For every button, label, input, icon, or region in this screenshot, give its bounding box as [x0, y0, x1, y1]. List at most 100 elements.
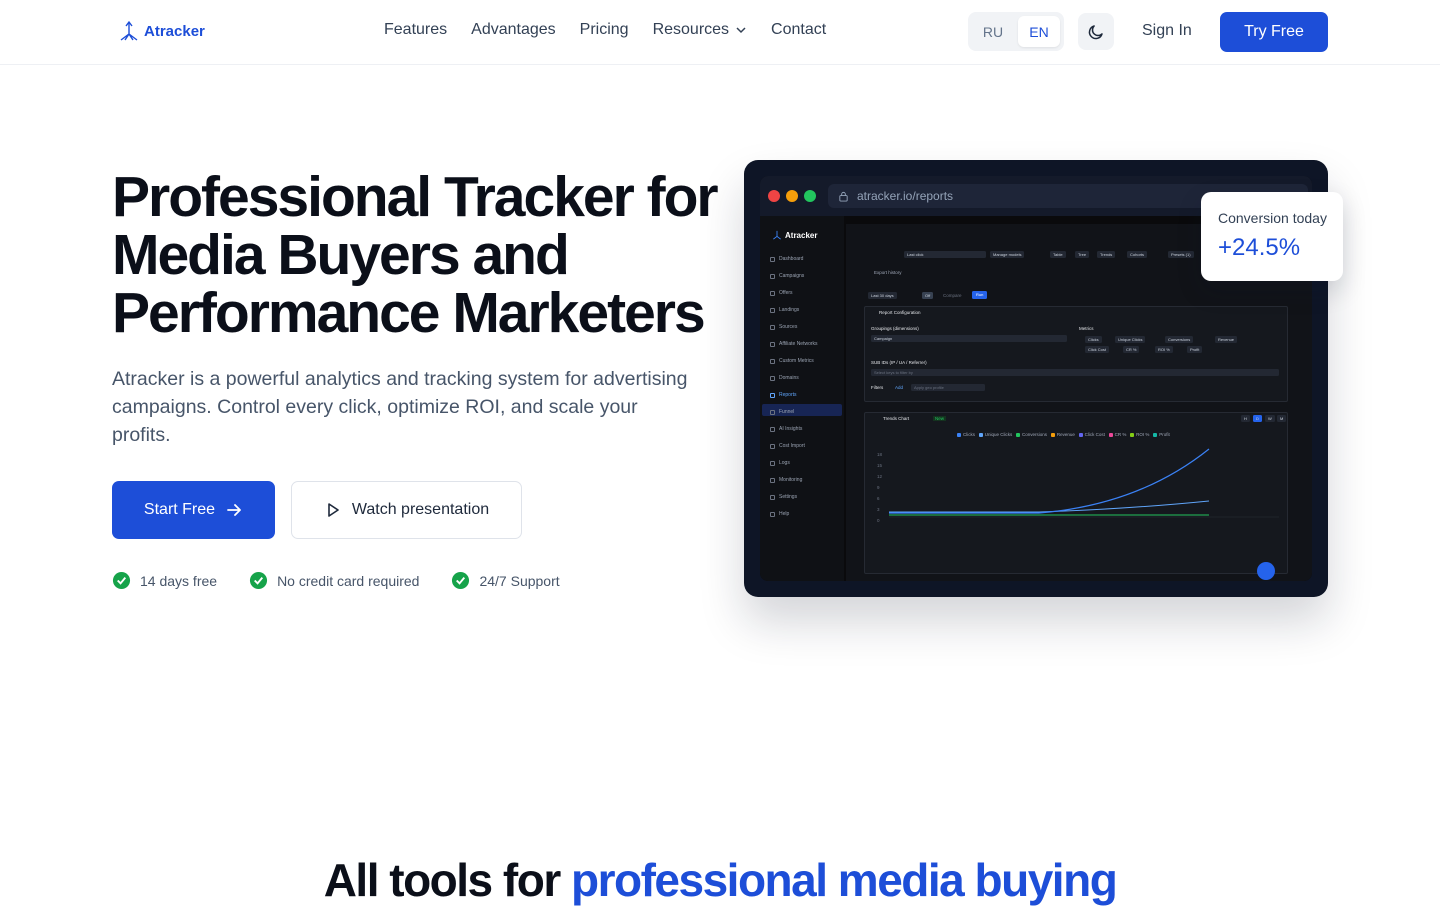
- grouping-select: Campaign: [871, 335, 1067, 342]
- sidebar-item-offers: Offers: [770, 290, 793, 296]
- sidebar-item-campaigns: Campaigns: [770, 273, 804, 279]
- logo-icon: [120, 20, 138, 41]
- feature-label: No credit card required: [277, 572, 420, 589]
- app-brand: Atracker: [772, 230, 817, 240]
- presets-button: Presets (1): [1168, 251, 1194, 258]
- export-history-link: Export history: [874, 270, 902, 275]
- sign-in-link[interactable]: Sign In: [1142, 22, 1192, 40]
- chart-title: Trends Chart: [883, 416, 910, 421]
- nav-link-resources[interactable]: Resources: [653, 21, 747, 39]
- sidebar-item-cost-import: Cost Import: [770, 443, 805, 449]
- filters-add-link: Add: [895, 385, 904, 390]
- nav-link-advantages[interactable]: Advantages: [471, 21, 556, 39]
- app-brand-name: Atracker: [785, 230, 818, 240]
- language-switcher: RU EN: [968, 12, 1064, 51]
- watch-presentation-label: Watch presentation: [351, 501, 490, 518]
- view-trends-tab: Trends: [1097, 251, 1116, 258]
- nav-link-resources-label: Resources: [652, 21, 730, 38]
- sidebar-item-ai-insights: AI Insights: [770, 426, 802, 432]
- feature-item: No credit card required: [249, 571, 419, 590]
- maximize-dot: [804, 190, 816, 202]
- sidebar-item-settings: Settings: [770, 494, 797, 500]
- compare-label: Compare: [943, 293, 962, 298]
- check-circle-icon: [452, 571, 470, 590]
- view-cohorts-tab: Cohorts: [1127, 251, 1148, 258]
- metric-chip: Click Cost: [1085, 346, 1110, 353]
- legend-item: Profit: [1153, 432, 1170, 437]
- top-navbar: Atracker Features Advantages Pricing Res…: [0, 0, 1440, 65]
- conversion-card: Conversion today +24.5%: [1201, 192, 1343, 281]
- manage-models-button: Manage models: [990, 251, 1025, 258]
- sidebar-item-reports: Reports: [770, 392, 797, 398]
- feature-item: 14 days free: [112, 571, 217, 590]
- check-circle-icon: [250, 571, 268, 590]
- conversion-label: Conversion today: [1218, 210, 1327, 226]
- sidebar-item-custom-metrics: Custom Metrics: [770, 358, 814, 364]
- start-free-label: Start Free: [143, 501, 216, 518]
- nav-link-contact[interactable]: Contact: [771, 21, 826, 39]
- metrics-label: Metrics: [1079, 326, 1094, 331]
- sidebar-item-funnel: Funnel: [770, 409, 794, 415]
- metric-chip: Unique Clicks: [1115, 336, 1146, 343]
- logo[interactable]: Atracker: [118, 20, 205, 42]
- sidebar-item-dashboard: Dashboard: [770, 256, 803, 262]
- metric-chip: CR %: [1123, 346, 1140, 353]
- chart-legend: Clicks Unique Clicks Conversions Revenue…: [957, 432, 1170, 437]
- sidebar-item-monitoring: Monitoring: [770, 477, 802, 483]
- metric-chip: ROI %: [1155, 346, 1173, 353]
- tools-title-plain: All tools for: [323, 854, 572, 906]
- watch-presentation-button[interactable]: Watch presentation: [291, 481, 522, 539]
- feature-item: 24/7 Support: [451, 571, 560, 590]
- report-config-panel: Report Configuration Groupings (dimensio…: [864, 306, 1288, 402]
- attribution-select: Last click: [904, 251, 986, 258]
- chevron-down-icon: [736, 27, 746, 34]
- config-title: Report Configuration: [879, 310, 921, 315]
- theme-toggle-button[interactable]: [1078, 13, 1114, 50]
- metric-chip: Clicks: [1085, 336, 1102, 343]
- feature-label: 14 days free: [140, 572, 218, 589]
- groupings-label: Groupings (dimensions): [871, 326, 919, 331]
- metric-chip: Profit: [1187, 346, 1203, 353]
- sub-ids-label: SUB IDs (IP / UA / Referrer): [871, 360, 927, 365]
- feature-label: 24/7 Support: [479, 572, 560, 589]
- legend-item: CR %: [1108, 432, 1126, 437]
- conversion-value: +24.5%: [1218, 234, 1301, 261]
- period-hour: H: [1241, 415, 1250, 422]
- legend-item: Clicks: [957, 432, 975, 437]
- legend-item: Unique Clicks: [978, 432, 1012, 437]
- nav-link-features[interactable]: Features: [384, 21, 447, 39]
- run-button: Run: [972, 291, 988, 299]
- lock-icon: [839, 191, 848, 202]
- hero-title: Professional Tracker for Media Buyers an…: [112, 165, 719, 345]
- trends-chart-panel: Trends Chart New H D W M Clicks Unique C…: [864, 412, 1288, 574]
- check-circle-icon: [112, 571, 131, 590]
- trend-lines: [889, 448, 1279, 518]
- try-free-button[interactable]: Try Free: [1220, 12, 1328, 52]
- series-line: [889, 500, 1210, 513]
- period-week: W: [1265, 415, 1275, 422]
- period-day: D: [1253, 415, 1262, 422]
- tools-title-accent: professional media buying: [571, 854, 1118, 906]
- filters-label: Filters: [871, 385, 884, 390]
- legend-item: Click Cost: [1078, 432, 1105, 437]
- chart-y-ticks: 18 15 12 9 6 3 0: [877, 452, 883, 523]
- sidebar-item-landings: Landings: [770, 307, 799, 313]
- sidebar-item-affiliate-networks: Affiliate Networks: [770, 341, 818, 347]
- compare-toggle: Off: [922, 292, 934, 299]
- arrow-right-icon: [227, 504, 241, 516]
- lang-en-button[interactable]: EN: [1018, 16, 1060, 47]
- minimize-dot: [786, 190, 798, 202]
- brand-name: Atracker: [144, 22, 205, 40]
- nav-link-pricing[interactable]: Pricing: [580, 21, 629, 39]
- close-dot: [768, 190, 780, 202]
- sidebar-item-logs: Logs: [770, 460, 790, 466]
- chat-fab: [1257, 562, 1275, 580]
- logo-icon: [773, 230, 781, 240]
- start-free-button[interactable]: Start Free: [112, 481, 275, 539]
- date-range-select: Last 30 days: [868, 292, 897, 299]
- sub-ids-input: Select keys to filter by: [871, 369, 1279, 376]
- lang-ru-button[interactable]: RU: [972, 16, 1014, 47]
- tools-section-title: All tools for professional media buying: [0, 853, 1440, 907]
- play-icon: [328, 503, 339, 517]
- main-menu: Features Advantages Pricing Resources Co…: [384, 21, 826, 39]
